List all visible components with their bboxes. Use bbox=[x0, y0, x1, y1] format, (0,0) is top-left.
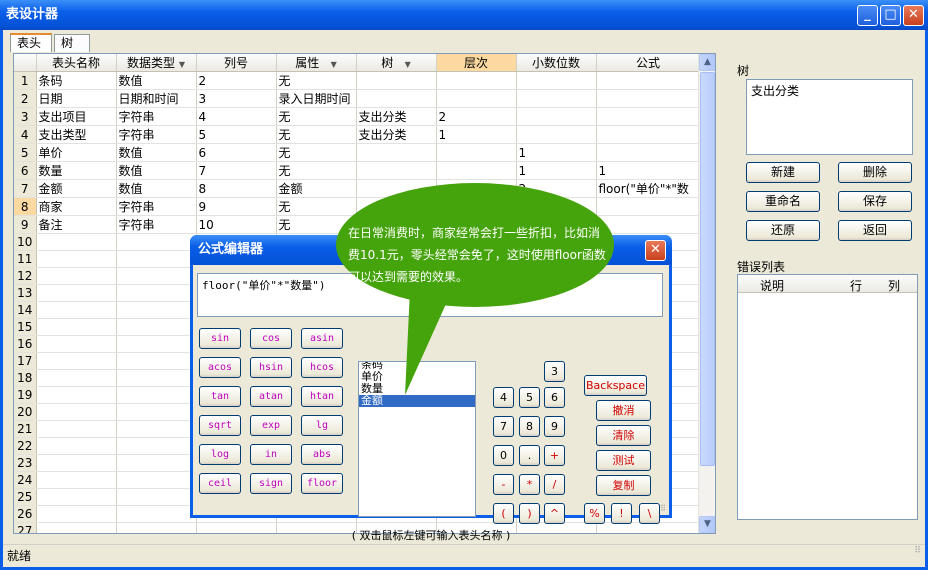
callout-text: 在日常消费时，商家经常会打一些折扣，比如消费10.1元，零头经常会免了，这时使用… bbox=[348, 226, 606, 284]
